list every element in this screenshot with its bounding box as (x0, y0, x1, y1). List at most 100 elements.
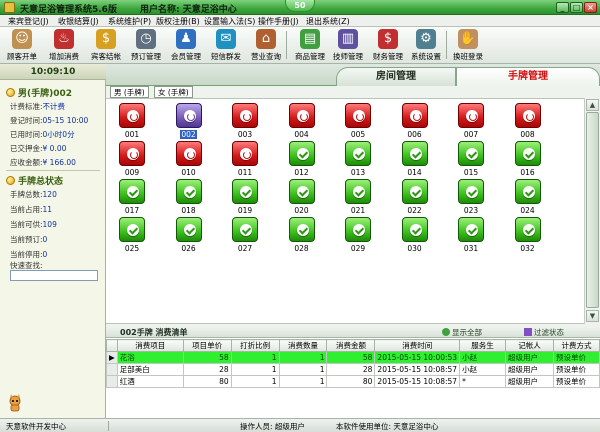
hand-card-016[interactable]: 016 (508, 141, 548, 177)
hand-card-020[interactable]: 020 (282, 179, 322, 215)
toolbar-separator (286, 31, 287, 59)
shift-login-button[interactable]: ✋ 换班登录 (450, 28, 486, 62)
grid-scrollbar[interactable]: ▲ ▼ (584, 98, 600, 324)
tab-room-management[interactable]: 房间管理 (336, 67, 456, 86)
hand-card-031[interactable]: 031 (451, 217, 491, 253)
show-all-button[interactable]: 显示全部 (442, 327, 482, 338)
hand-card-013[interactable]: 013 (338, 141, 378, 177)
column-header[interactable]: 消费时间 (374, 339, 461, 352)
column-header[interactable]: 计费方式 (552, 339, 600, 352)
column-header[interactable]: 消费数量 (278, 339, 328, 352)
toolbar-label: 会员管理 (171, 52, 201, 61)
hand-card-tile (514, 141, 541, 166)
hand-card-011[interactable]: 011 (225, 141, 265, 177)
goods-button[interactable]: ▤ 商品管理 (292, 28, 328, 62)
hand-card-024[interactable]: 024 (508, 179, 548, 215)
hand-card-014[interactable]: 014 (395, 141, 435, 177)
business-query-button[interactable]: ⌂ 营业查询 (248, 28, 284, 62)
hand-card-009[interactable]: 009 (112, 141, 152, 177)
hand-card-003[interactable]: 003 (225, 103, 265, 139)
subtab-male[interactable]: 男 (手牌) (110, 86, 149, 98)
column-header[interactable]: 打折比例 (230, 339, 280, 352)
hand-card-025[interactable]: 025 (112, 217, 152, 253)
column-header[interactable]: 记帐人 (505, 339, 554, 352)
hand-card-code: 015 (463, 168, 479, 177)
clock-icon (183, 110, 196, 122)
cell-qty: 1 (278, 363, 328, 376)
hand-card-004[interactable]: 004 (282, 103, 322, 139)
cell-item: 足部美白 (116, 363, 184, 376)
hand-card-008[interactable]: 008 (508, 103, 548, 139)
toolbar: ☺ 顾客开单 ♨ 增加消费 $ 宾客结帐 ◷ 预订管理 ♟ 会员管理 ✉ 短信群… (0, 27, 600, 64)
menu-exit[interactable]: 退出系统(Z) (306, 16, 350, 27)
hand-card-022[interactable]: 022 (395, 179, 435, 215)
menu-license[interactable]: 版权注册(B) (156, 16, 200, 27)
cell-qty: 1 (278, 375, 328, 388)
hand-card-010[interactable]: 010 (169, 141, 209, 177)
clock-icon (466, 110, 478, 122)
quick-search-input[interactable] (10, 270, 98, 281)
hand-card-012[interactable]: 012 (282, 141, 322, 177)
toolbar-label: 顾客开单 (7, 52, 37, 61)
cell-discount: 1 (230, 363, 280, 376)
hand-card-030[interactable]: 030 (395, 217, 435, 253)
hand-card-021[interactable]: 021 (338, 179, 378, 215)
info-value: 不计费 (42, 102, 66, 111)
stat-label: 当前停用: (10, 250, 43, 259)
menu-system-maintenance[interactable]: 系统维护(P) (108, 16, 151, 27)
settings-button[interactable]: ⚙ 系统设置 (408, 28, 444, 62)
add-consumption-button[interactable]: ♨ 增加消费 (46, 28, 82, 62)
menu-guest-register[interactable]: 来宾登记(J) (8, 16, 49, 27)
main-area: 房间管理 手牌管理 男 (手牌) 女 (手牌) 001 002 003 004 005 0… (106, 64, 600, 418)
menu-input-method[interactable]: 设置输入法(S) (204, 16, 255, 27)
check-icon (522, 186, 535, 198)
hand-card-029[interactable]: 029 (338, 217, 378, 253)
column-header[interactable]: 消费项目 (116, 339, 184, 352)
checkout-button[interactable]: $ 宾客结帐 (88, 28, 124, 62)
hand-card-017[interactable]: 017 (112, 179, 152, 215)
member-button[interactable]: ♟ 会员管理 (168, 28, 204, 62)
finance-button[interactable]: $ 财务管理 (370, 28, 406, 62)
hand-card-tile (175, 103, 202, 128)
reservation-button[interactable]: ◷ 预订管理 (128, 28, 164, 62)
minimize-button[interactable]: _ (556, 2, 569, 13)
tab-hand-card-management[interactable]: 手牌管理 (456, 67, 600, 86)
close-button[interactable]: × (584, 2, 597, 13)
hand-card-005[interactable]: 005 (338, 103, 378, 139)
filter-status-button[interactable]: 过滤状态 (524, 327, 564, 338)
maximize-button[interactable]: □ (570, 2, 583, 13)
technician-button[interactable]: ▥ 技师管理 (330, 28, 366, 62)
hand-card-032[interactable]: 032 (508, 217, 548, 253)
hand-card-027[interactable]: 027 (225, 217, 265, 253)
hand-card-002[interactable]: 002 (169, 103, 209, 139)
column-header[interactable]: 服务生 (459, 339, 506, 352)
hand-card-001[interactable]: 001 (112, 103, 152, 139)
column-header[interactable]: 消费金额 (326, 339, 376, 352)
hand-card-007[interactable]: 007 (451, 103, 491, 139)
hand-card-028[interactable]: 028 (282, 217, 322, 253)
table-row[interactable]: ▶ 花浴 58 1 1 58 2015-05-15 10:00:53 小赵 超级… (106, 351, 600, 364)
table-row[interactable]: 红酒 80 1 1 80 2015-05-15 10:08:57 * 超级用户 … (106, 375, 600, 388)
hand-card-tile (119, 103, 145, 128)
menu-manual[interactable]: 操作手册(J) (258, 16, 299, 27)
hand-card-026[interactable]: 026 (169, 217, 209, 253)
scroll-thumb[interactable] (586, 112, 599, 308)
hand-card-018[interactable]: 018 (169, 179, 209, 215)
scroll-down-icon[interactable]: ▼ (586, 310, 599, 322)
scroll-up-icon[interactable]: ▲ (586, 99, 599, 111)
info-label: 登记时间: (10, 116, 43, 125)
goods-icon: ▤ (300, 29, 320, 49)
sms-button[interactable]: ✉ 短信群发 (208, 28, 244, 62)
customer-open-button[interactable]: ☺ 顾客开单 (4, 28, 40, 62)
table-row[interactable]: 足部美白 28 1 1 28 2015-05-15 10:08:57 小赵 超级… (106, 363, 600, 376)
hand-card-tile (232, 217, 258, 242)
check-icon (353, 148, 365, 160)
status-operator: 操作人员: 超级用户 (240, 422, 305, 431)
column-header[interactable]: 项目单价 (182, 339, 232, 352)
hand-card-023[interactable]: 023 (451, 179, 491, 215)
menu-checkout[interactable]: 收银结算(J) (58, 16, 99, 27)
hand-card-015[interactable]: 015 (451, 141, 491, 177)
hand-card-019[interactable]: 019 (225, 179, 265, 215)
hand-card-006[interactable]: 006 (395, 103, 435, 139)
subtab-female[interactable]: 女 (手牌) (154, 86, 193, 98)
